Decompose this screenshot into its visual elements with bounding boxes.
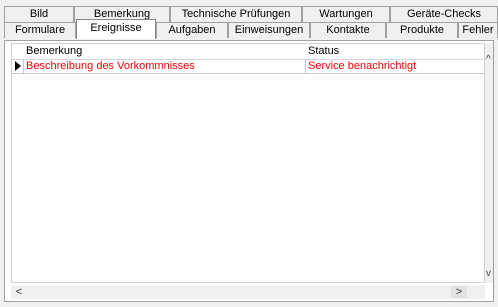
- tab-formulare[interactable]: Formulare: [4, 22, 76, 38]
- tab-einweisungen[interactable]: Einweisungen: [228, 22, 310, 38]
- tab-panel-ereignisse: Bemerkung Status Beschreibung des Vorkom…: [4, 40, 494, 302]
- scroll-up-icon[interactable]: ^: [486, 55, 491, 65]
- horizontal-scrollbar[interactable]: < >: [11, 285, 485, 299]
- tab-geraete-checks[interactable]: Geräte-Checks: [390, 6, 498, 22]
- events-grid[interactable]: Bemerkung Status Beschreibung des Vorkom…: [11, 43, 485, 283]
- current-row-arrow-icon: [15, 61, 21, 71]
- cell-status[interactable]: Service benachrichtigt: [308, 60, 416, 72]
- column-header-status[interactable]: Status: [308, 45, 339, 58]
- tab-kontakte[interactable]: Kontakte: [310, 22, 386, 38]
- scroll-right-icon[interactable]: >: [451, 286, 467, 298]
- column-separator: [305, 59, 306, 73]
- cell-bemerkung[interactable]: Beschreibung des Vorkommnisses: [26, 60, 195, 72]
- tab-technische-pruefungen[interactable]: Technische Prüfungen: [170, 6, 302, 22]
- tab-bild[interactable]: Bild: [4, 6, 74, 22]
- table-row[interactable]: Beschreibung des Vorkommnisses Service b…: [12, 59, 484, 74]
- tab-fehler[interactable]: Fehler: [458, 22, 498, 38]
- scroll-down-icon[interactable]: v: [486, 269, 491, 279]
- grid-header: Bemerkung Status: [12, 44, 484, 60]
- tab-aufgaben[interactable]: Aufgaben: [156, 22, 228, 38]
- scroll-left-icon[interactable]: <: [11, 286, 27, 298]
- tab-ereignisse[interactable]: Ereignisse: [76, 19, 156, 39]
- vertical-scrollbar[interactable]: ^ v: [485, 43, 493, 283]
- tab-produkte[interactable]: Produkte: [386, 22, 458, 38]
- tab-wartungen[interactable]: Wartungen: [302, 6, 390, 22]
- row-selector[interactable]: [12, 59, 24, 73]
- column-header-bemerkung[interactable]: Bemerkung: [26, 45, 82, 58]
